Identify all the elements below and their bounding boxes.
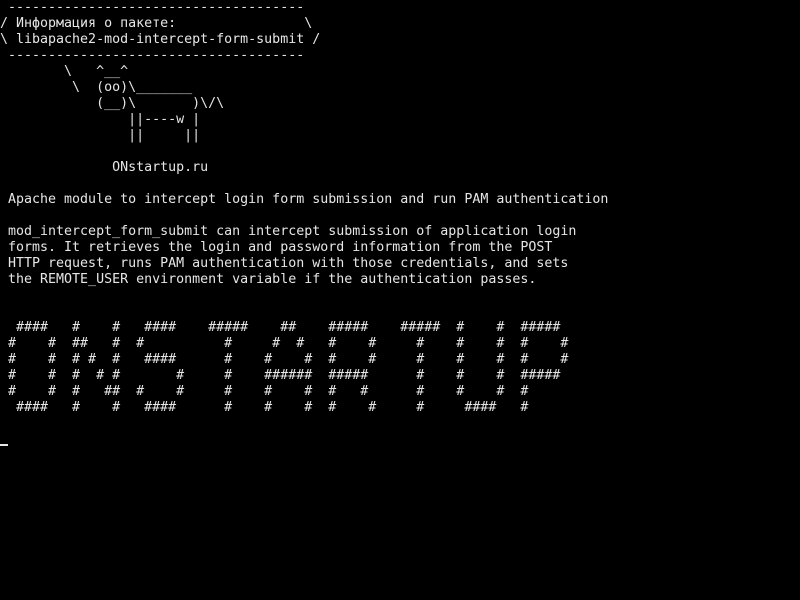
banner-art-line: # # # # # # # ###### ##### # # # #####	[0, 368, 561, 383]
banner-art-line: # # ## # # # # # # # # # # # #	[0, 336, 569, 351]
banner-art-line: #### # # #### # # # # # # #### #	[0, 400, 529, 415]
cow-art-line: \ (oo)\_______	[0, 80, 193, 95]
banner-art-line: # # # # # #### # # # # # # # # # #	[0, 352, 569, 367]
text-cursor	[0, 444, 8, 446]
cowsay-border-top: -------------------------------------	[0, 0, 305, 15]
terminal-screen[interactable]: ------------------------------------- / И…	[0, 0, 800, 600]
package-description-line: the REMOTE_USER environment variable if …	[0, 272, 537, 287]
cow-art-line: ||----w |	[0, 112, 201, 127]
package-description-line: HTTP request, runs PAM authentication wi…	[0, 256, 569, 271]
cow-art-line: (__)\ )\/\	[0, 96, 225, 111]
cowsay-text-line: \ libapache2-mod-intercept-form-submit /	[0, 32, 321, 47]
cowsay-text-line: / Информация о пакете: \	[0, 16, 313, 31]
banner-art-line: # # # ## # # # # # # # # # # #	[0, 384, 529, 399]
package-summary: Apache module to intercept login form su…	[0, 192, 609, 207]
banner-art-line: #### # # #### ##### ## ##### ##### # # #…	[0, 320, 561, 335]
cow-art-line: \ ^__^	[0, 64, 129, 79]
cow-art-line: || ||	[0, 128, 201, 143]
package-description-line: mod_intercept_form_submit can intercept …	[0, 224, 577, 239]
site-credit: ONstartup.ru	[0, 160, 209, 175]
terminal-output: ------------------------------------- / И…	[0, 0, 608, 416]
package-description-line: forms. It retrieves the login and passwo…	[0, 240, 553, 255]
cowsay-border-bottom: -------------------------------------	[0, 48, 305, 63]
